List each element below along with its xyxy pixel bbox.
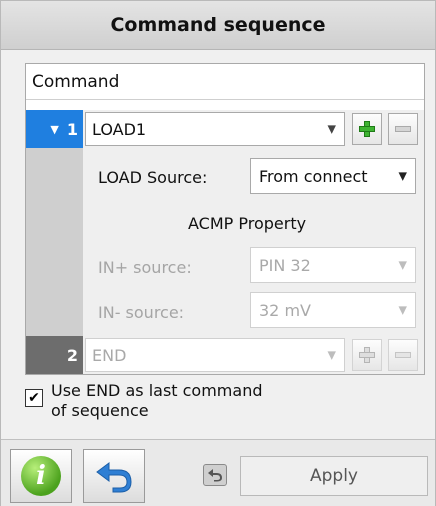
row-number-1[interactable]: ▼ 1 [26,110,83,148]
minus-icon [395,126,411,132]
chevron-down-icon: ▼ [327,122,336,136]
load-source-label: LOAD Source: [98,168,208,187]
revert-button[interactable] [203,464,227,486]
command-sequence-panel: Command sequence Command ▼ 1 LOAD1 ▼ LOA… [0,0,436,506]
acmp-property-heading: ACMP Property [188,214,307,233]
column-header-command: Command [26,64,424,100]
in-minus-source-label: IN- source: [98,303,185,322]
use-end-label-line2: of sequence [51,401,149,420]
command-select-value: END [92,345,127,365]
command-select-value: LOAD1 [92,119,147,139]
apply-button[interactable]: Apply [240,456,428,496]
plus-icon [359,121,375,137]
use-end-option[interactable]: ✔ Use END as last command of sequence [25,379,425,429]
chevron-down-icon: ▼ [398,258,407,272]
info-icon: i [21,456,61,496]
panel-title: Command sequence [1,1,435,50]
properties-gutter [26,148,83,336]
remove-command-button[interactable] [388,113,418,145]
command-row-2[interactable]: 2 END ▼ [26,336,424,374]
remove-command-button[interactable] [388,339,418,371]
row-number-2[interactable]: 2 [26,336,83,374]
use-end-checkbox[interactable]: ✔ [25,389,43,407]
command-select-1[interactable]: LOAD1 ▼ [85,112,345,146]
load-source-select[interactable]: From connect ▼ [250,158,416,194]
in-minus-source-select[interactable]: 32 mV ▼ [250,292,416,328]
plus-icon [359,347,375,363]
in-plus-source-value: PIN 32 [259,255,311,275]
load-source-value: From connect [259,166,368,186]
command-select-2[interactable]: END ▼ [85,338,345,372]
add-command-button[interactable] [352,113,382,145]
undo-button[interactable] [83,449,145,503]
chevron-down-icon: ▼ [398,303,407,317]
minus-icon [395,352,411,358]
expand-triangle-icon[interactable]: ▼ [50,123,58,136]
row-number-label: 2 [66,345,78,365]
use-end-label: Use END as last command of sequence [51,381,263,421]
row-number-label: 1 [66,119,78,139]
add-command-button[interactable] [352,339,382,371]
undo-arrow-icon [96,462,132,493]
chevron-down-icon: ▼ [327,348,336,362]
revert-icon [208,469,222,482]
in-plus-source-select[interactable]: PIN 32 ▼ [250,247,416,283]
info-button[interactable]: i [10,449,72,503]
in-plus-source-label: IN+ source: [98,258,192,277]
command-properties: LOAD Source: From connect ▼ ACMP Propert… [26,148,424,336]
command-table: Command ▼ 1 LOAD1 ▼ LOAD Source: From co… [25,63,425,375]
use-end-label-line1: Use END as last command [51,381,263,400]
in-minus-source-value: 32 mV [259,300,311,320]
chevron-down-icon: ▼ [394,169,407,183]
command-row-1[interactable]: ▼ 1 LOAD1 ▼ [26,110,424,148]
